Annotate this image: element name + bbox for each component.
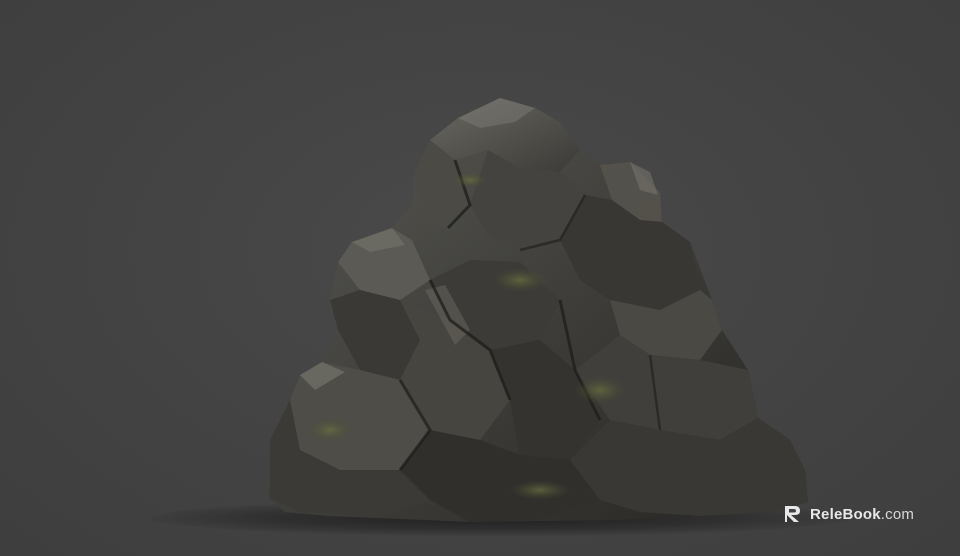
watermark-text: ReleBook.com [810, 506, 914, 523]
rock-illustration [268, 98, 808, 522]
relebook-logo-icon [785, 506, 800, 522]
watermark-brand: ReleBook [810, 505, 881, 523]
watermark-tld: .com [880, 505, 915, 523]
watermark: ReleBook.com [782, 503, 914, 525]
render-viewport: ReleBook.com [0, 0, 960, 556]
